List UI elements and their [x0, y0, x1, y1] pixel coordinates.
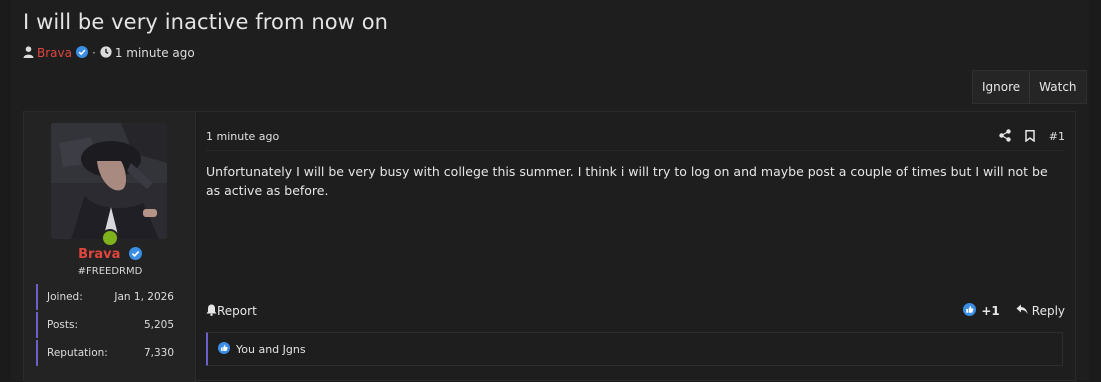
bookmark-icon[interactable]: [1025, 127, 1035, 146]
post-username-row: Brava: [24, 247, 196, 264]
post-user-panel: Brava #FREEDRMD Joined: Jan 1, 2026 Post…: [24, 112, 196, 382]
stat-label: Joined:: [47, 291, 83, 303]
report-button[interactable]: Report: [206, 304, 257, 319]
reply-icon: [1016, 304, 1028, 318]
user-icon: [23, 45, 34, 61]
stat-reputation: Reputation: 7,330: [36, 340, 182, 366]
clock-icon: [100, 45, 112, 61]
stat-value: Jan 1, 2026: [114, 291, 174, 303]
watch-button[interactable]: Watch: [1029, 71, 1085, 103]
bell-icon: [206, 304, 217, 319]
verified-icon: [75, 45, 88, 61]
post: Brava #FREEDRMD Joined: Jan 1, 2026 Post…: [23, 111, 1076, 382]
user-stats: Joined: Jan 1, 2026 Posts: 5,205 Reputat…: [36, 284, 182, 368]
stat-value: 7,330: [143, 347, 174, 359]
stat-posts: Posts: 5,205: [36, 312, 182, 338]
reaction-count: +1: [981, 304, 1000, 318]
post-header: 1 minute ago #1: [206, 122, 1065, 151]
post-header-actions: #1: [999, 127, 1065, 146]
post-username-link[interactable]: Brava: [78, 247, 120, 262]
post-footer-actions: +1 Reply: [963, 303, 1065, 319]
post-body: Unfortunately I will be very busy with c…: [206, 164, 1048, 198]
thread-title: I will be very inactive from now on: [23, 10, 389, 34]
post-main: 1 minute ago #1 Unfortunately I will be …: [196, 112, 1075, 382]
avatar[interactable]: [51, 123, 167, 239]
like-icon: [963, 303, 977, 319]
meta-separator: ·: [91, 46, 96, 60]
reactions-bar[interactable]: You and Jgns: [206, 332, 1063, 366]
post-number-link[interactable]: #1: [1049, 130, 1065, 143]
thread-actions: Ignore Watch: [972, 70, 1087, 104]
user-title: #FREEDRMD: [77, 266, 143, 277]
share-icon[interactable]: [999, 127, 1011, 146]
reply-button[interactable]: Reply: [1016, 304, 1065, 318]
reaction-summary[interactable]: +1: [963, 303, 1000, 319]
thread-author-link[interactable]: Brava: [37, 46, 72, 60]
like-icon: [218, 341, 230, 357]
thread-meta: Brava · 1 minute ago: [23, 45, 195, 61]
ignore-button[interactable]: Ignore: [973, 71, 1029, 103]
reply-label: Reply: [1031, 304, 1065, 318]
thread-time[interactable]: 1 minute ago: [115, 46, 195, 60]
stat-label: Reputation:: [47, 347, 108, 359]
report-label: Report: [217, 304, 257, 318]
stat-label: Posts:: [47, 319, 78, 331]
stat-value[interactable]: 5,205: [144, 319, 174, 331]
online-status-indicator: [101, 229, 119, 247]
reactions-text: You and Jgns: [236, 342, 306, 356]
verified-icon: [128, 247, 142, 264]
stat-joined: Joined: Jan 1, 2026: [36, 284, 182, 310]
post-footer: Report +1 Reply: [206, 300, 1065, 322]
post-date-link[interactable]: 1 minute ago: [206, 130, 279, 143]
